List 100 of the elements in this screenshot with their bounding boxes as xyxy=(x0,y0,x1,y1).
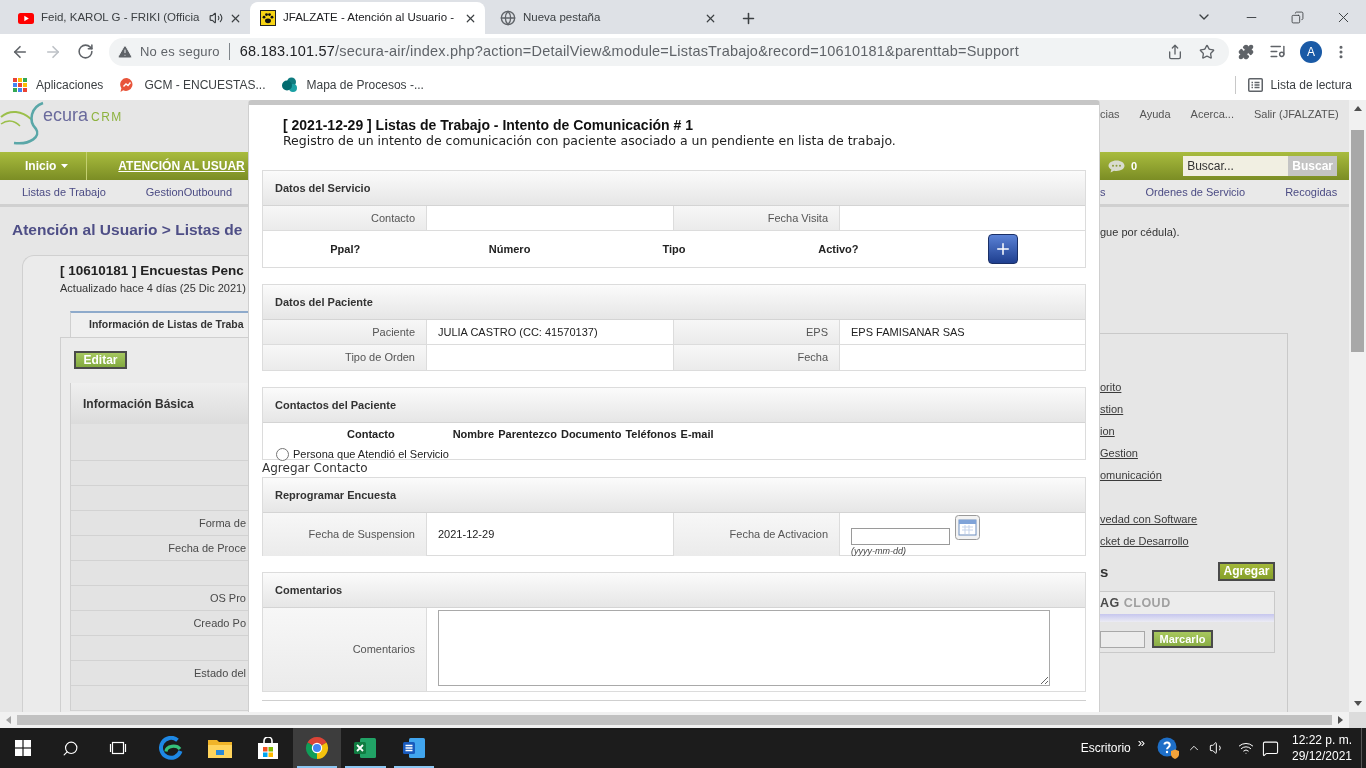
panel-title: AG CLOUD xyxy=(1100,592,1274,614)
url-text: 68.183.101.57/secura-air/index.php?action=DetailView&module=ListasTrabajo&record=10610181&parenttab=Support xyxy=(239,41,1019,61)
restore-icon[interactable] xyxy=(1290,10,1304,24)
top-link[interactable]: cias xyxy=(1100,108,1120,121)
side-link[interactable]: orito xyxy=(1100,380,1122,394)
scrollbar-corner xyxy=(1349,712,1366,728)
browser-tab[interactable]: Nueva pestaña xyxy=(485,2,725,34)
reading-list-button[interactable]: Lista de lectura xyxy=(1247,75,1352,94)
column-header: Teléfonos xyxy=(625,426,677,442)
top-link[interactable]: Acerca... xyxy=(1190,108,1234,121)
column-header: E-mail xyxy=(680,426,714,442)
app-grid-icon xyxy=(13,77,27,92)
circles-logo-icon xyxy=(281,76,298,93)
text-tile-icon xyxy=(402,737,425,759)
clock-date[interactable]: 29/12/2021 xyxy=(1291,748,1353,764)
sub-nav-link[interactable]: Ordenes de Servicio xyxy=(1145,183,1246,201)
side-link[interactable]: Gestion xyxy=(1100,446,1138,460)
reload-icon[interactable] xyxy=(77,43,94,60)
sub-nav-link[interactable]: s xyxy=(1100,183,1106,201)
comment-field[interactable] xyxy=(438,610,1050,686)
paw-icon xyxy=(260,10,276,26)
date-field[interactable] xyxy=(851,528,950,545)
field-label: Fecha xyxy=(674,345,840,370)
field-label: EPS xyxy=(674,320,840,344)
column-header: Parentezco xyxy=(498,426,557,442)
search-icon[interactable] xyxy=(61,739,79,757)
clock-time[interactable]: 12:22 p. m. xyxy=(1291,732,1352,748)
field-label: Fecha de Activacion xyxy=(674,513,840,556)
speaker-icon[interactable] xyxy=(209,11,223,25)
bookmark[interactable]: GCM - ENCUESTAS... xyxy=(113,72,272,97)
wifi-icon[interactable] xyxy=(1238,740,1254,756)
side-link[interactable]: cket de Desarrollo xyxy=(1100,534,1189,548)
field-label: Contacto xyxy=(263,206,427,230)
column-header: Tipo xyxy=(662,241,686,257)
browser-tab[interactable]: Feid, KAROL G - FRIKI (Officia xyxy=(0,2,250,34)
section-header: Comentarios xyxy=(263,573,1085,608)
help-icon[interactable] xyxy=(1157,737,1179,759)
side-link[interactable]: stion xyxy=(1100,402,1124,416)
field-label: Estado del xyxy=(194,665,246,681)
column-header: Contacto xyxy=(347,426,395,442)
field-label: Fecha Visita xyxy=(674,206,840,230)
sub-nav-link[interactable]: Recogidas xyxy=(1285,183,1338,201)
add-phone-button[interactable] xyxy=(987,234,1018,264)
field-label: Fecha de Proce xyxy=(168,540,246,556)
column-header: Número xyxy=(488,241,531,257)
record-title: [ 10610181 ] Encuestas Penc xyxy=(60,262,244,279)
globe-icon xyxy=(500,10,516,26)
start-icon[interactable] xyxy=(15,740,31,756)
bookmark[interactable]: Aplicaciones xyxy=(7,72,110,97)
radio-button[interactable] xyxy=(276,447,289,461)
radio-label: Persona que Atendió el Servicio xyxy=(293,447,449,462)
field-label: OS Pro xyxy=(209,590,246,606)
swirl-icon xyxy=(159,736,184,760)
panel-heading: s xyxy=(1100,562,1109,580)
side-link[interactable]: ion xyxy=(1100,424,1115,438)
section-header: Datos del Servicio xyxy=(263,171,1085,206)
column-header: Documento xyxy=(560,426,622,442)
record-tab[interactable]: Información de Listas de Traba xyxy=(70,311,248,337)
task-view-icon[interactable] xyxy=(108,740,128,756)
media-icon[interactable] xyxy=(1269,43,1286,60)
share-icon[interactable] xyxy=(1167,43,1183,60)
section-header: Reprogramar Encuesta xyxy=(263,478,1085,513)
browser-tab[interactable]: JFALZATE - Atención al Usuario - xyxy=(250,2,485,34)
scrollbar-thumb[interactable] xyxy=(1351,130,1364,352)
field-value: EPS FAMISANAR SAS xyxy=(851,324,965,340)
sub-nav-link[interactable]: Listas de Trabajo xyxy=(22,183,106,201)
profile-button[interactable]: A xyxy=(1300,40,1322,63)
puzzle-icon[interactable] xyxy=(1238,43,1254,60)
expand-chevron[interactable]: » xyxy=(1137,736,1145,750)
taskbar-button[interactable] xyxy=(292,728,341,768)
side-link[interactable]: vedad con Software xyxy=(1100,512,1198,526)
section-header: Datos del Paciente xyxy=(263,285,1085,320)
block-header: Información Básica xyxy=(71,383,248,424)
toolbar-label[interactable]: Escritorio xyxy=(1080,739,1131,757)
top-link[interactable]: Salir (JFALZATE) xyxy=(1253,108,1339,121)
scroll-down-icon[interactable] xyxy=(1353,701,1362,706)
sub-nav-link[interactable]: GestionOutbound xyxy=(145,183,232,201)
side-link[interactable]: omunicación xyxy=(1100,468,1162,482)
scroll-right-icon[interactable] xyxy=(1338,716,1343,724)
top-link[interactable]: Ayuda xyxy=(1139,108,1171,121)
scroll-up-icon[interactable] xyxy=(1353,106,1362,111)
address-bar[interactable]: No es seguro 68.183.101.57/secura-air/index.php?action=DetailView&module=ListasTrabajo&record=10610181&parenttab=Support xyxy=(109,37,1229,66)
security-chip[interactable]: No es seguro xyxy=(117,41,220,62)
tag-input[interactable] xyxy=(1100,630,1145,648)
search-field[interactable]: Buscar... xyxy=(1183,156,1289,176)
scrollbar-thumb[interactable] xyxy=(17,715,1332,725)
calendar-icon[interactable] xyxy=(955,515,980,540)
star-icon[interactable] xyxy=(1199,43,1215,60)
warning-icon xyxy=(117,43,133,60)
notification-icon[interactable] xyxy=(1262,739,1279,757)
vertical-scrollbar[interactable] xyxy=(1349,100,1366,712)
dialog-subtitle: Registro de un intento de comunicación con paciente asociado a un pendiente en lista de trabajo. xyxy=(283,133,896,149)
reading-list-icon xyxy=(1247,77,1263,92)
field-value: 2021-12-29 xyxy=(438,527,495,543)
add-contact-text: Agregar Contacto xyxy=(262,460,368,476)
bookmark[interactable]: Mapa de Procesos -... xyxy=(275,72,430,97)
folder-icon xyxy=(207,738,232,758)
caret-icon[interactable] xyxy=(61,164,69,168)
cross-tile-icon xyxy=(354,737,377,759)
swoosh-logo-icon xyxy=(0,100,44,146)
